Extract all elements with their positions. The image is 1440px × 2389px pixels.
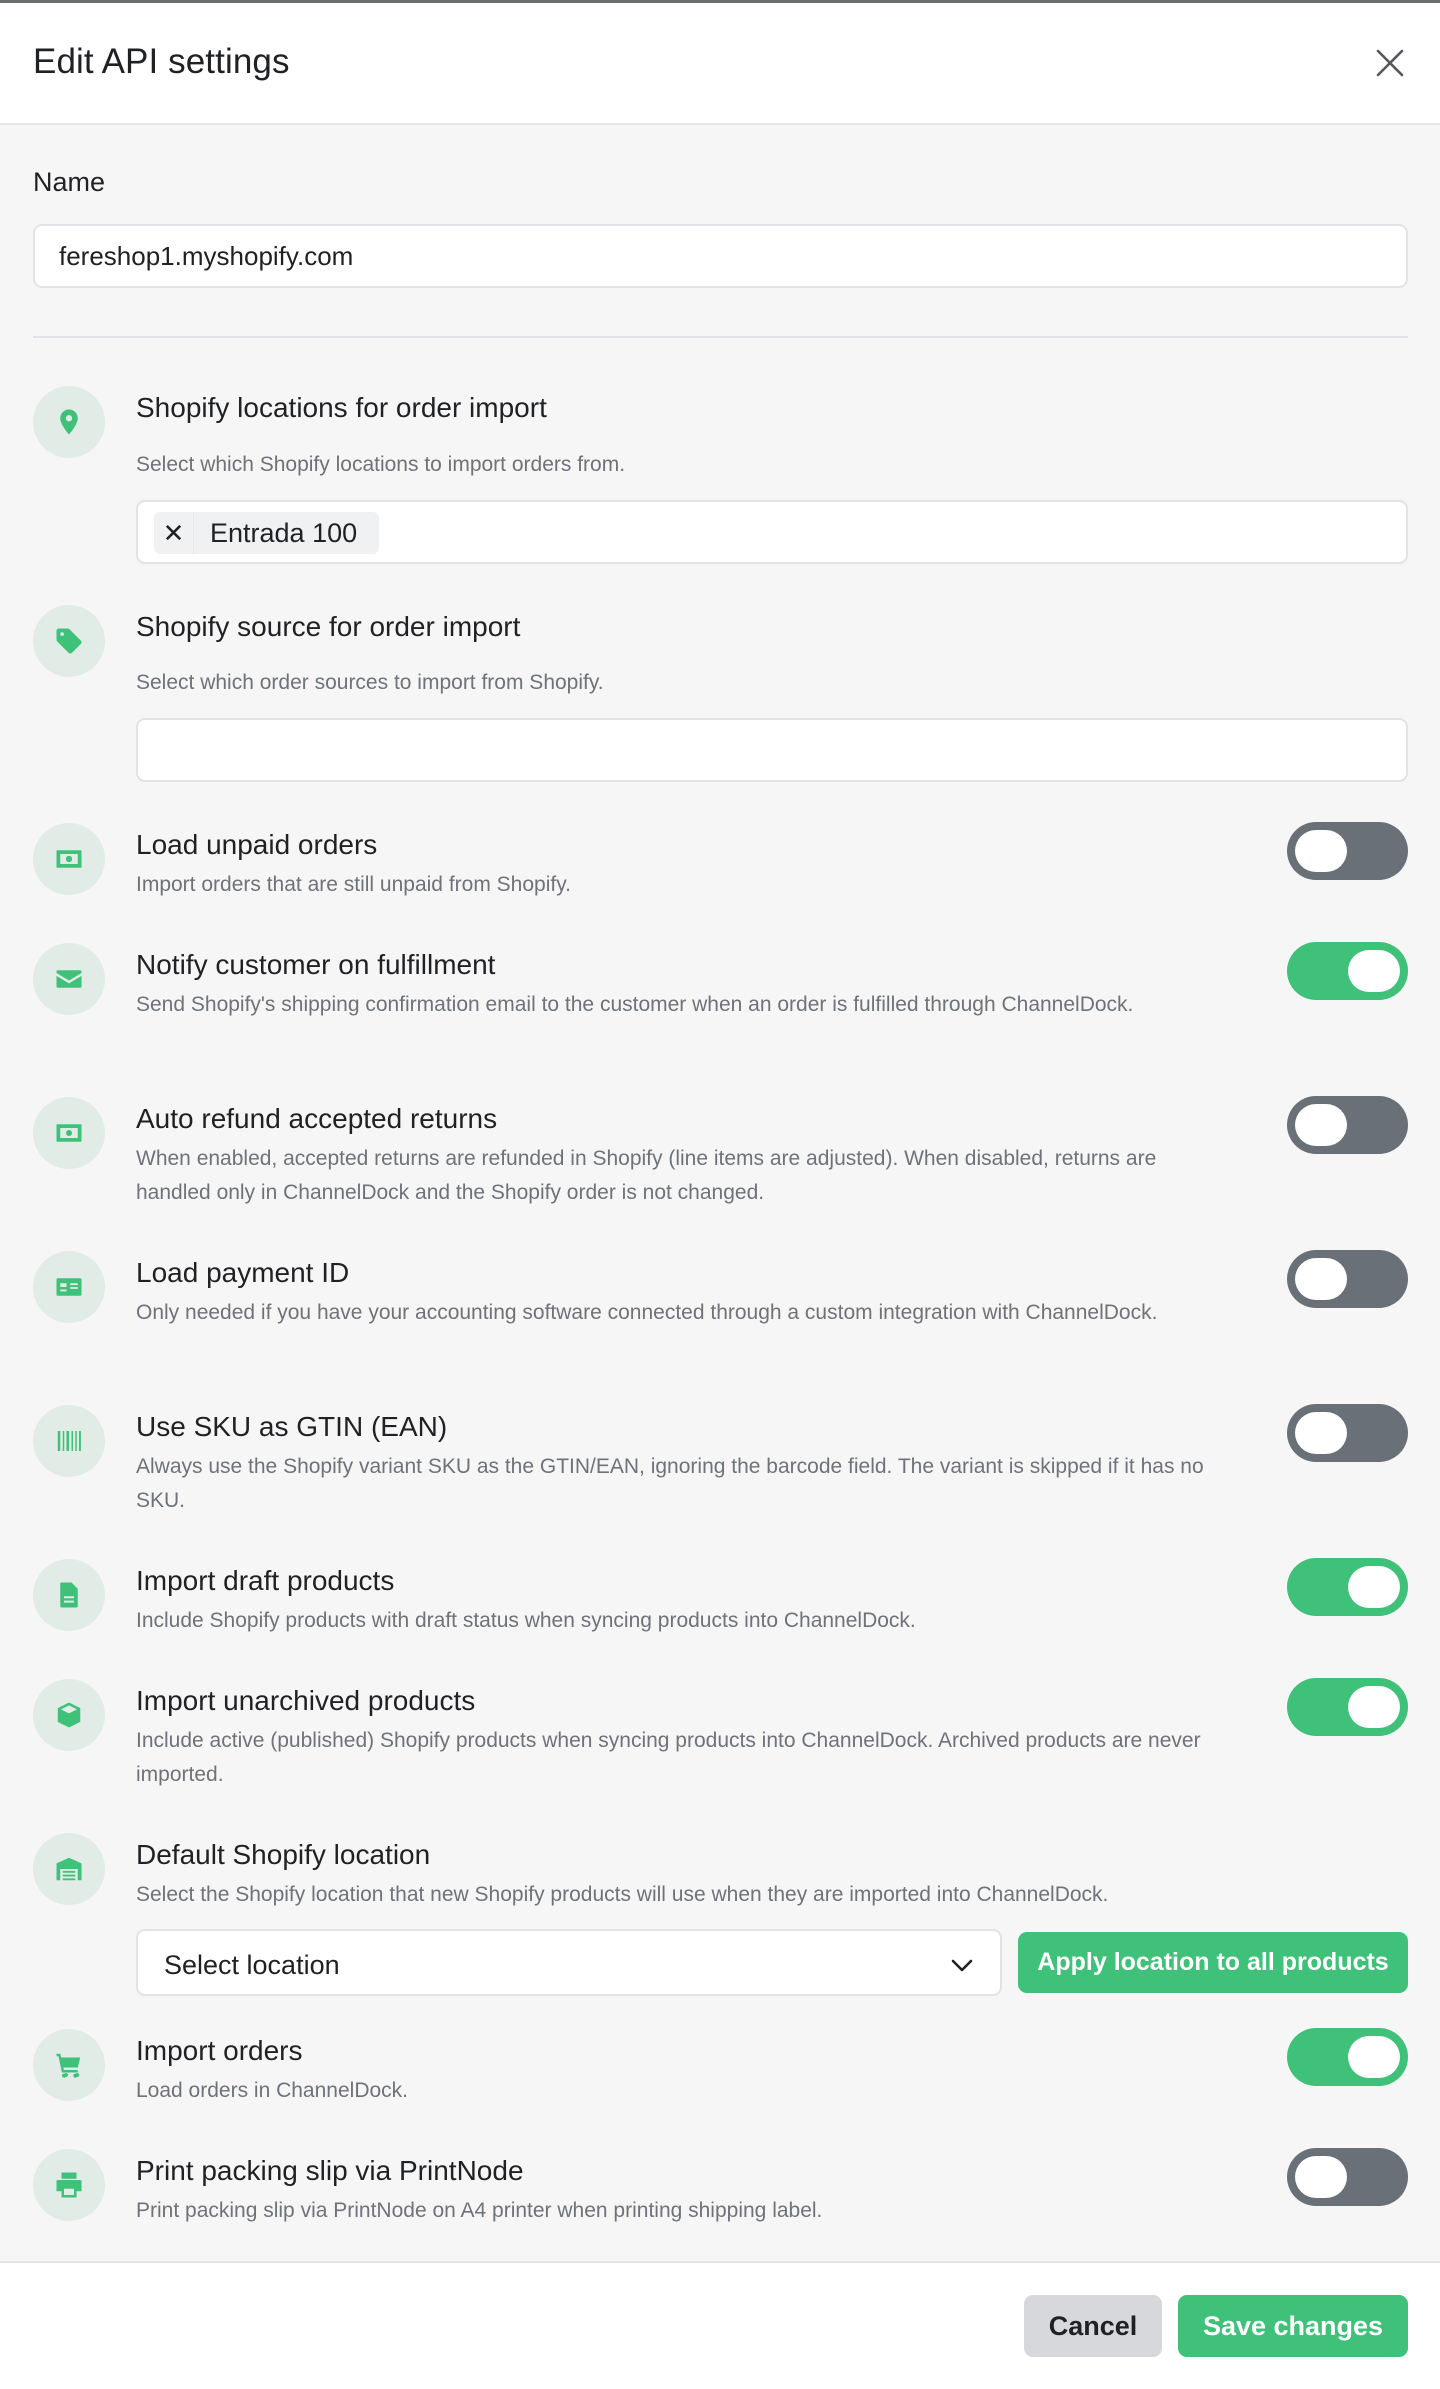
draft-icon-badge [33, 1559, 105, 1631]
import-orders-toggle[interactable] [1287, 2028, 1408, 2086]
save-changes-button[interactable]: Save changes [1178, 2295, 1408, 2357]
setting-title: Import draft products [136, 1565, 395, 1596]
payment-id-icon-badge [33, 1251, 105, 1323]
unarchived-products-toggle[interactable] [1287, 1678, 1408, 1736]
auto-refund-toggle[interactable] [1287, 1096, 1408, 1154]
setting-title: Use SKU as GTIN (EAN) [136, 1411, 448, 1442]
location-chip: ✕ Entrada 100 [154, 512, 380, 554]
toggle-knob [1348, 1566, 1400, 1608]
location-select[interactable]: Select location [136, 1929, 1002, 1996]
import-orders-title: Import orders [136, 2035, 303, 2066]
notify-customer-toggle[interactable] [1287, 942, 1408, 1000]
setting-description: Only needed if you have your accounting … [136, 1301, 1158, 1324]
setting-title: Notify customer on fulfillment [136, 949, 496, 980]
banknote-icon [56, 850, 82, 868]
payment-id-toggle[interactable] [1287, 1250, 1408, 1308]
document-icon [60, 1582, 78, 1608]
barcode-icon [57, 1431, 81, 1451]
box-icon [57, 1702, 81, 1728]
envelope-icon [56, 970, 82, 988]
location-select-value: Select location [164, 1950, 340, 1980]
source-description: Select which order sources to import fro… [136, 671, 604, 694]
name-input[interactable] [33, 224, 1408, 288]
default-location-icon-badge [33, 1833, 105, 1905]
toggle-knob [1348, 2036, 1400, 2078]
chip-remove-button[interactable]: ✕ [154, 512, 194, 554]
toggle-knob [1295, 1412, 1347, 1454]
toggle-knob [1348, 1686, 1400, 1728]
notify-icon-badge [33, 943, 105, 1015]
unpaid-orders-toggle[interactable] [1287, 822, 1408, 880]
toggle-knob [1295, 830, 1347, 872]
print-slip-toggle[interactable] [1287, 2148, 1408, 2206]
modal-footer: Cancel Save changes [0, 2261, 1440, 2389]
chevron-down-icon [951, 1959, 973, 1972]
print-icon-badge [33, 2149, 105, 2221]
source-title: Shopify source for order import [136, 611, 521, 642]
modal-header: Edit API settings [0, 3, 1440, 125]
sku-icon-badge [33, 1405, 105, 1477]
setting-description: Always use the Shopify variant SKU as th… [136, 1455, 1204, 1512]
setting-title: Import unarchived products [136, 1685, 476, 1716]
import-orders-description: Load orders in ChannelDock. [136, 2079, 408, 2102]
print-slip-description: Print packing slip via PrintNode on A4 p… [136, 2199, 823, 2222]
apply-location-button[interactable]: Apply location to all products [1018, 1932, 1408, 1993]
source-multiselect[interactable] [136, 718, 1408, 782]
unarchived-icon-badge [33, 1679, 105, 1751]
setting-title: Load payment ID [136, 1257, 350, 1288]
chip-label: Entrada 100 [210, 517, 358, 548]
setting-description: Import orders that are still unpaid from… [136, 873, 571, 896]
draft-products-toggle[interactable] [1287, 1558, 1408, 1616]
close-button[interactable] [1372, 45, 1408, 81]
locations-title: Shopify locations for order import [136, 392, 547, 423]
locations-icon-badge [33, 386, 105, 458]
setting-title: Load unpaid orders [136, 829, 378, 860]
refund-icon-badge [33, 1097, 105, 1169]
print-slip-title: Print packing slip via PrintNode [136, 2155, 524, 2186]
close-icon [1376, 49, 1404, 77]
unpaid-icon-badge [33, 823, 105, 895]
cancel-button[interactable]: Cancel [1024, 2295, 1162, 2357]
cart-icon [56, 2053, 81, 2078]
import-orders-icon-badge [33, 2029, 105, 2101]
setting-description: Send Shopify's shipping confirmation ema… [136, 993, 1134, 1016]
toggle-knob [1295, 2156, 1347, 2198]
toggle-knob [1295, 1104, 1347, 1146]
edit-api-settings-modal: Edit API settings Name Shopify locations… [0, 0, 1440, 2389]
tag-icon [56, 628, 82, 654]
banknote-icon [56, 1124, 82, 1142]
modal-title: Edit API settings [33, 42, 290, 81]
sku-gtin-toggle[interactable] [1287, 1404, 1408, 1462]
map-pin-icon [60, 409, 78, 435]
printer-icon [56, 2172, 82, 2198]
default-location-title: Default Shopify location [136, 1839, 431, 1870]
locations-description: Select which Shopify locations to import… [136, 453, 626, 476]
name-label: Name [33, 167, 106, 197]
default-location-description: Select the Shopify location that new Sho… [136, 1883, 1109, 1906]
toggle-knob [1295, 1258, 1347, 1300]
id-card-icon [56, 1278, 82, 1296]
setting-description: Include active (published) Shopify produ… [136, 1729, 1201, 1786]
section-divider [33, 336, 1408, 338]
source-icon-badge [33, 605, 105, 677]
setting-description: When enabled, accepted returns are refun… [136, 1147, 1157, 1204]
setting-description: Include Shopify products with draft stat… [136, 1609, 916, 1632]
setting-title: Auto refund accepted returns [136, 1103, 498, 1134]
warehouse-icon [56, 1857, 82, 1881]
locations-multiselect[interactable]: ✕ Entrada 100 [136, 500, 1408, 564]
toggle-knob [1348, 950, 1400, 992]
